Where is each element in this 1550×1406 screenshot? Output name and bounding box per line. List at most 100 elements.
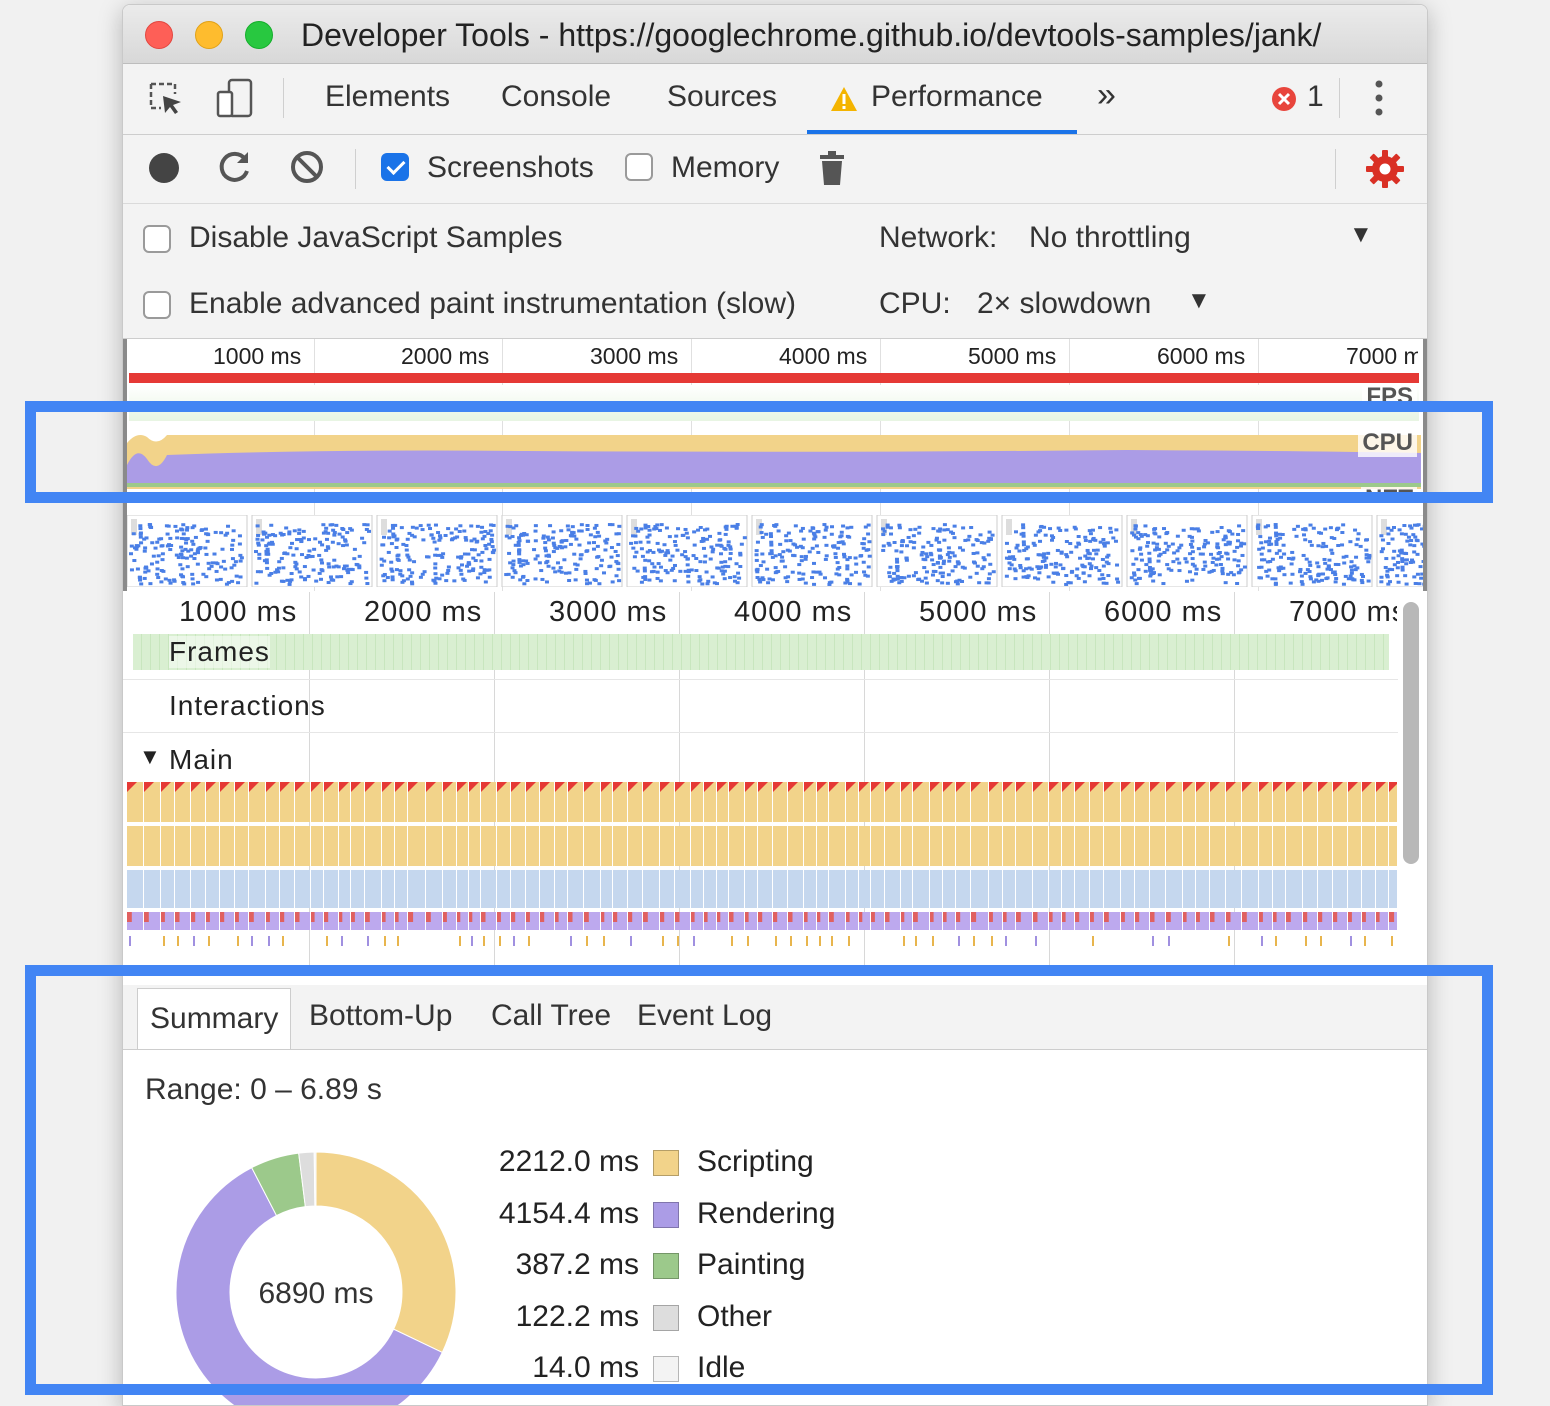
task-block[interactable] bbox=[1303, 782, 1317, 946]
frames-track[interactable] bbox=[133, 634, 1389, 670]
disable-js-samples-checkbox[interactable] bbox=[143, 225, 171, 253]
task-block[interactable] bbox=[675, 782, 690, 946]
task-block[interactable] bbox=[481, 782, 496, 946]
screenshot-thumbnail[interactable] bbox=[127, 515, 247, 587]
screenshot-thumbnail[interactable] bbox=[252, 515, 372, 587]
screenshots-checkbox[interactable] bbox=[381, 153, 409, 181]
task-block[interactable] bbox=[144, 782, 160, 930]
task-block[interactable] bbox=[930, 782, 942, 946]
task-block[interactable] bbox=[1075, 782, 1089, 930]
tab-call-tree[interactable]: Call Tree bbox=[491, 999, 611, 1033]
record-icon[interactable] bbox=[147, 151, 181, 185]
main-collapse-arrow-icon[interactable]: ▼ bbox=[139, 744, 162, 770]
task-block[interactable] bbox=[249, 782, 265, 946]
task-block[interactable] bbox=[568, 782, 583, 946]
task-block[interactable] bbox=[1166, 782, 1182, 946]
screenshot-thumbnail[interactable] bbox=[1377, 515, 1423, 587]
task-block[interactable] bbox=[1389, 782, 1397, 946]
task-block[interactable] bbox=[1150, 782, 1165, 946]
reload-record-icon[interactable] bbox=[217, 149, 253, 185]
task-block[interactable] bbox=[885, 782, 900, 930]
task-block[interactable] bbox=[395, 782, 407, 946]
tab-bottom-up[interactable]: Bottom-Up bbox=[309, 999, 452, 1033]
task-block[interactable] bbox=[773, 782, 787, 946]
flame-scrollbar[interactable] bbox=[1403, 602, 1419, 864]
task-block[interactable] bbox=[871, 782, 884, 930]
task-block[interactable] bbox=[1318, 782, 1332, 946]
task-block[interactable] bbox=[1121, 782, 1134, 930]
trash-icon[interactable] bbox=[817, 149, 847, 187]
tab-elements[interactable]: Elements bbox=[325, 80, 450, 114]
task-block[interactable] bbox=[457, 782, 468, 946]
task-block[interactable] bbox=[382, 782, 394, 946]
task-block[interactable] bbox=[660, 782, 674, 946]
task-block[interactable] bbox=[628, 782, 642, 946]
error-icon[interactable] bbox=[1271, 86, 1297, 112]
task-block[interactable] bbox=[1348, 782, 1361, 946]
task-block[interactable] bbox=[584, 782, 600, 946]
task-block[interactable] bbox=[1049, 782, 1061, 930]
task-block[interactable] bbox=[127, 782, 143, 946]
task-block[interactable] bbox=[324, 782, 338, 946]
task-block[interactable] bbox=[1090, 782, 1103, 946]
screenshot-thumbnail[interactable] bbox=[1002, 515, 1122, 587]
capture-settings-gear-icon[interactable] bbox=[1365, 149, 1405, 189]
task-block[interactable] bbox=[220, 782, 234, 930]
task-block[interactable] bbox=[901, 782, 912, 946]
task-block[interactable] bbox=[1333, 782, 1347, 930]
task-block[interactable] bbox=[295, 782, 310, 930]
task-block[interactable] bbox=[161, 782, 174, 946]
screenshot-thumbnail[interactable] bbox=[502, 515, 622, 587]
task-block[interactable] bbox=[266, 782, 279, 946]
tab-sources[interactable]: Sources bbox=[667, 80, 777, 114]
task-block[interactable] bbox=[1273, 782, 1285, 946]
tab-event-log[interactable]: Event Log bbox=[637, 999, 772, 1033]
task-block[interactable] bbox=[511, 782, 525, 946]
tab-summary[interactable]: Summary bbox=[137, 988, 291, 1049]
zoom-window-button[interactable] bbox=[245, 21, 273, 49]
close-window-button[interactable] bbox=[145, 21, 173, 49]
task-block[interactable] bbox=[1362, 782, 1375, 946]
clear-icon[interactable] bbox=[289, 149, 325, 185]
task-block[interactable] bbox=[1196, 782, 1209, 930]
screenshot-thumbnail[interactable] bbox=[627, 515, 747, 587]
more-options-icon[interactable] bbox=[1373, 78, 1385, 118]
task-block[interactable] bbox=[643, 782, 659, 930]
task-block[interactable] bbox=[1210, 782, 1225, 930]
task-block[interactable] bbox=[235, 782, 248, 946]
memory-checkbox[interactable] bbox=[625, 153, 653, 181]
inspect-element-icon[interactable] bbox=[147, 80, 185, 118]
cpu-dropdown-arrow-icon[interactable]: ▼ bbox=[1187, 287, 1211, 315]
task-block[interactable] bbox=[175, 782, 190, 946]
task-block[interactable] bbox=[804, 782, 816, 946]
task-block[interactable] bbox=[913, 782, 929, 946]
screenshot-thumbnail[interactable] bbox=[877, 515, 997, 587]
screenshot-thumbnail[interactable] bbox=[1252, 515, 1372, 587]
task-block[interactable] bbox=[339, 782, 350, 946]
task-block[interactable] bbox=[1242, 782, 1258, 930]
task-block[interactable] bbox=[859, 782, 870, 930]
task-block[interactable] bbox=[280, 782, 294, 946]
task-block[interactable] bbox=[1135, 782, 1149, 930]
network-dropdown-arrow-icon[interactable]: ▼ bbox=[1349, 221, 1373, 249]
task-block[interactable] bbox=[408, 782, 425, 930]
task-block[interactable] bbox=[1183, 782, 1195, 930]
minimize-window-button[interactable] bbox=[195, 21, 223, 49]
screenshot-thumbnail[interactable] bbox=[377, 515, 497, 587]
timeline-overview[interactable]: 1000 ms 2000 ms 3000 ms 4000 ms 5000 ms … bbox=[123, 339, 1427, 591]
task-block[interactable] bbox=[829, 782, 845, 946]
task-block[interactable] bbox=[788, 782, 803, 946]
device-toolbar-icon[interactable] bbox=[215, 78, 255, 120]
screenshot-thumbnail[interactable] bbox=[1127, 515, 1247, 587]
task-block[interactable] bbox=[540, 782, 554, 930]
task-block[interactable] bbox=[971, 782, 988, 946]
task-block[interactable] bbox=[989, 782, 1002, 946]
task-block[interactable] bbox=[943, 782, 955, 930]
task-block[interactable] bbox=[1003, 782, 1015, 946]
task-block[interactable] bbox=[311, 782, 323, 930]
task-block[interactable] bbox=[846, 782, 858, 946]
task-block[interactable] bbox=[704, 782, 716, 930]
cpu-throttling-select[interactable]: 2× slowdown bbox=[977, 287, 1151, 321]
task-block[interactable] bbox=[191, 782, 205, 946]
tab-performance[interactable]: Performance bbox=[871, 80, 1043, 114]
